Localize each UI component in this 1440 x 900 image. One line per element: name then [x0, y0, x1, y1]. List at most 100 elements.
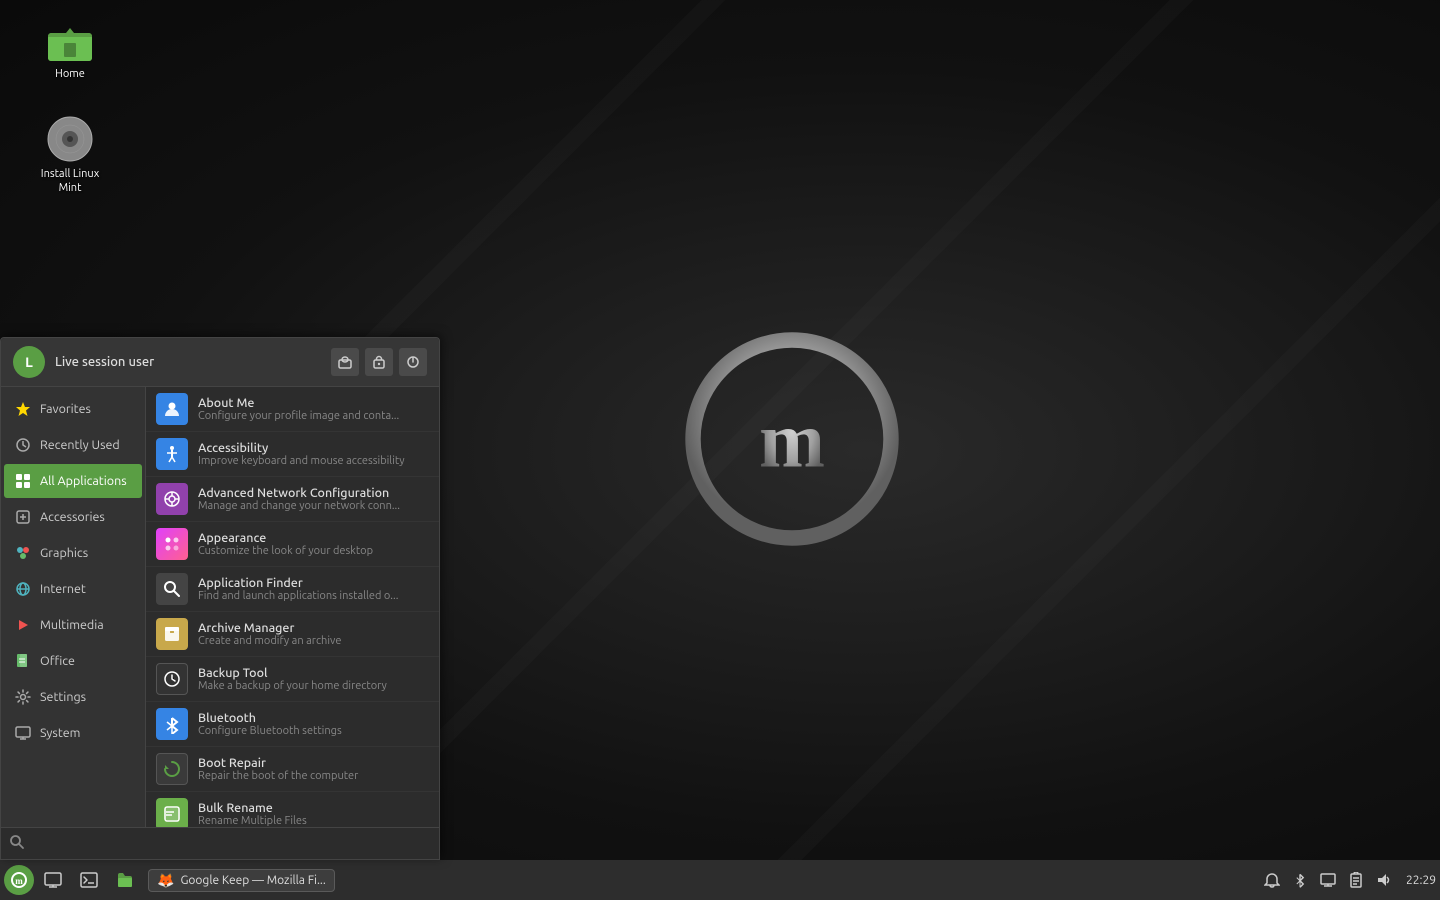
boot-repair-desc: Repair the boot of the computer: [198, 770, 429, 782]
sidebar-item-system[interactable]: System: [4, 716, 142, 750]
sidebar-item-accessories[interactable]: Accessories: [4, 500, 142, 534]
boot-repair-icon: [156, 753, 188, 785]
backup-tool-info: Backup Tool Make a backup of your home d…: [198, 666, 429, 692]
app-item-bluetooth[interactable]: Bluetooth Configure Bluetooth settings: [146, 702, 439, 747]
archive-manager-icon: [156, 618, 188, 650]
recently-used-icon: [14, 436, 32, 454]
appearance-name: Appearance: [198, 531, 429, 545]
accessories-label: Accessories: [40, 510, 105, 524]
home-folder-icon: [46, 15, 94, 63]
bluetooth-icon: [156, 708, 188, 740]
app-finder-icon: [156, 573, 188, 605]
bluetooth-tray-icon[interactable]: [1290, 870, 1310, 890]
menu-sidebar: Favorites Recently Used All Applications: [1, 387, 146, 827]
mint-menu-button[interactable]: m: [4, 865, 34, 895]
archive-manager-desc: Create and modify an archive: [198, 635, 429, 647]
about-me-info: About Me Configure your profile image an…: [198, 396, 429, 422]
terminal-button[interactable]: [72, 863, 106, 897]
about-me-desc: Configure your profile image and conta..…: [198, 410, 429, 422]
sidebar-item-all-applications[interactable]: All Applications: [4, 464, 142, 498]
accessibility-info: Accessibility Improve keyboard and mouse…: [198, 441, 429, 467]
desktop: m Home Install LinuxMint: [0, 0, 1440, 900]
volume-icon[interactable]: [1374, 870, 1394, 890]
app-item-boot-repair[interactable]: Boot Repair Repair the boot of the compu…: [146, 747, 439, 792]
backup-tool-icon: [156, 663, 188, 695]
search-icon: [9, 834, 25, 853]
app-item-advanced-network[interactable]: Advanced Network Configuration Manage an…: [146, 477, 439, 522]
bulk-rename-name: Bulk Rename: [198, 801, 429, 815]
sidebar-item-recently-used[interactable]: Recently Used: [4, 428, 142, 462]
app-finder-info: Application Finder Find and launch appli…: [198, 576, 429, 602]
settings-icon: [14, 688, 32, 706]
sidebar-item-favorites[interactable]: Favorites: [4, 392, 142, 426]
internet-label: Internet: [40, 582, 86, 596]
accessibility-icon: [156, 438, 188, 470]
app-item-backup-tool[interactable]: Backup Tool Make a backup of your home d…: [146, 657, 439, 702]
display-icon[interactable]: [1318, 870, 1338, 890]
taskbar-app-firefox[interactable]: 🦊 Google Keep — Mozilla Fi...: [148, 869, 335, 892]
system-label: System: [40, 726, 80, 740]
app-finder-name: Application Finder: [198, 576, 429, 590]
notification-icon[interactable]: [1262, 870, 1282, 890]
bluetooth-name: Bluetooth: [198, 711, 429, 725]
lock-button[interactable]: [365, 348, 393, 376]
app-item-bulk-rename[interactable]: Bulk Rename Rename Multiple Files: [146, 792, 439, 827]
appearance-info: Appearance Customize the look of your de…: [198, 531, 429, 557]
menu-search-bar: [1, 827, 439, 859]
sidebar-item-settings[interactable]: Settings: [4, 680, 142, 714]
appearance-icon: [156, 528, 188, 560]
accessibility-name: Accessibility: [198, 441, 429, 455]
accessibility-desc: Improve keyboard and mouse accessibility: [198, 455, 429, 467]
show-desktop-button[interactable]: [36, 863, 70, 897]
search-input[interactable]: [31, 836, 431, 851]
app-item-appearance[interactable]: Appearance Customize the look of your de…: [146, 522, 439, 567]
settings-label: Settings: [40, 690, 86, 704]
files-button[interactable]: [108, 863, 142, 897]
app-item-archive-manager[interactable]: Archive Manager Create and modify an arc…: [146, 612, 439, 657]
bulk-rename-desc: Rename Multiple Files: [198, 815, 429, 827]
sidebar-item-multimedia[interactable]: Multimedia: [4, 608, 142, 642]
svg-text:m: m: [759, 397, 825, 485]
office-icon: [14, 652, 32, 670]
graphics-label: Graphics: [40, 546, 88, 560]
clipboard-icon[interactable]: [1346, 870, 1366, 890]
app-item-about-me[interactable]: About Me Configure your profile image an…: [146, 387, 439, 432]
sidebar-item-graphics[interactable]: Graphics: [4, 536, 142, 570]
graphics-icon: [14, 544, 32, 562]
office-label: Office: [40, 654, 75, 668]
app-item-app-finder[interactable]: Application Finder Find and launch appli…: [146, 567, 439, 612]
menu-body: Favorites Recently Used All Applications: [1, 387, 439, 827]
recently-used-label: Recently Used: [40, 438, 120, 452]
svg-text:m: m: [15, 876, 23, 886]
logout-button[interactable]: [399, 348, 427, 376]
advanced-network-desc: Manage and change your network conn...: [198, 500, 429, 512]
advanced-network-icon: [156, 483, 188, 515]
archive-manager-info: Archive Manager Create and modify an arc…: [198, 621, 429, 647]
user-avatar: L: [13, 346, 45, 378]
start-menu: L Live session user: [0, 337, 440, 860]
screen-lock-button[interactable]: [331, 348, 359, 376]
bulk-rename-info: Bulk Rename Rename Multiple Files: [198, 801, 429, 827]
header-actions: [331, 348, 427, 376]
bulk-rename-icon: [156, 798, 188, 827]
advanced-network-name: Advanced Network Configuration: [198, 486, 429, 500]
desktop-icon-home[interactable]: Home: [30, 15, 110, 81]
sidebar-item-office[interactable]: Office: [4, 644, 142, 678]
taskbar-time: 22:29: [1406, 874, 1436, 887]
internet-icon: [14, 580, 32, 598]
desktop-icon-install[interactable]: Install LinuxMint: [30, 115, 110, 196]
taskbar-right: 22:29: [1262, 870, 1436, 890]
app-item-accessibility[interactable]: Accessibility Improve keyboard and mouse…: [146, 432, 439, 477]
bluetooth-info: Bluetooth Configure Bluetooth settings: [198, 711, 429, 737]
boot-repair-info: Boot Repair Repair the boot of the compu…: [198, 756, 429, 782]
mint-logo: m: [682, 329, 902, 549]
appearance-desc: Customize the look of your desktop: [198, 545, 429, 557]
home-icon-label: Home: [55, 67, 85, 81]
backup-tool-desc: Make a backup of your home directory: [198, 680, 429, 692]
firefox-taskbar-icon: 🦊: [157, 872, 174, 889]
taskbar: m 🦊 Google Keep — Mozilla Fi...: [0, 860, 1440, 900]
install-icon-label: Install LinuxMint: [41, 167, 100, 196]
boot-repair-name: Boot Repair: [198, 756, 429, 770]
about-me-name: About Me: [198, 396, 429, 410]
sidebar-item-internet[interactable]: Internet: [4, 572, 142, 606]
